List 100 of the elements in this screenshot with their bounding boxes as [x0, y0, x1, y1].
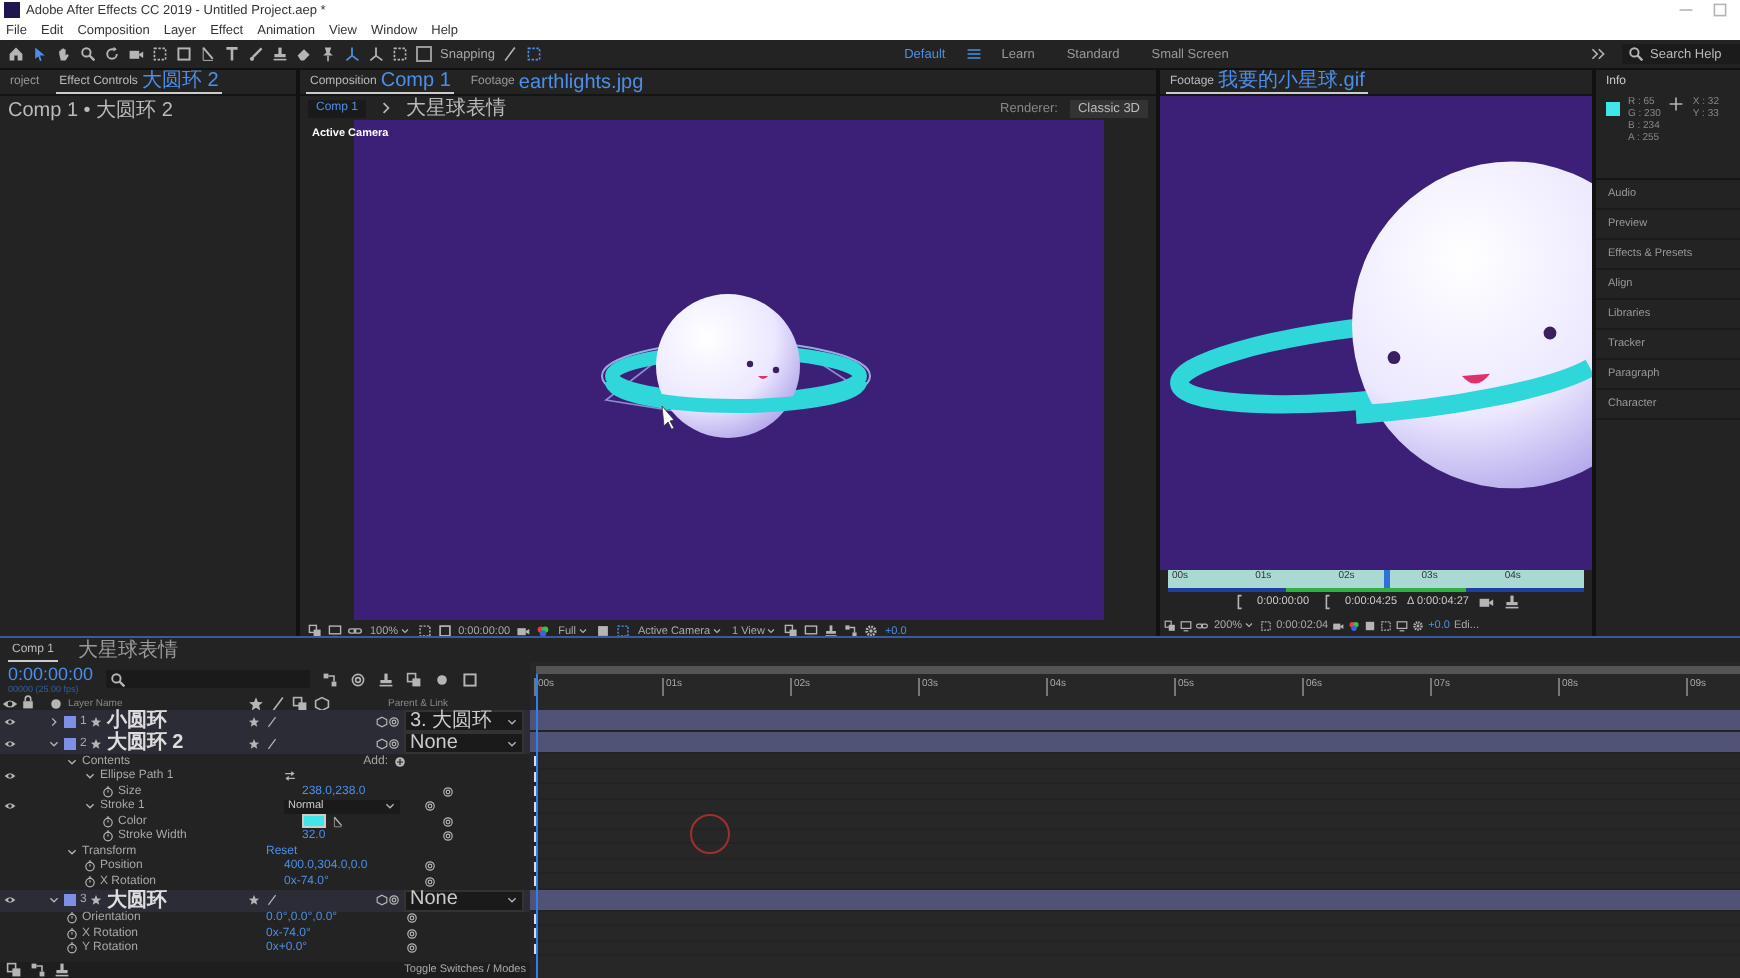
caret-icon — [384, 800, 396, 813]
stopwatch-icon[interactable] — [66, 927, 78, 940]
caret-icon — [577, 626, 588, 636]
eraser-icon[interactable] — [296, 46, 312, 62]
path-direction-icon[interactable] — [284, 770, 296, 783]
eye-icon[interactable] — [4, 715, 16, 727]
keyframe-marker — [534, 913, 536, 923]
search-field[interactable] — [105, 670, 310, 688]
monitor-icon[interactable] — [328, 624, 342, 636]
stopwatch-icon[interactable] — [102, 785, 114, 798]
rotate-icon[interactable] — [104, 46, 120, 62]
twirl-icon[interactable] — [84, 770, 96, 783]
rectangle-icon[interactable] — [176, 46, 192, 62]
color-channels-icon[interactable] — [536, 624, 551, 636]
playhead[interactable] — [1384, 570, 1391, 588]
stopwatch-icon[interactable] — [102, 830, 114, 843]
caret-icon — [378, 100, 395, 116]
label-swatch[interactable] — [64, 894, 76, 906]
stopwatch-icon[interactable] — [66, 942, 78, 955]
stamp-icon[interactable] — [272, 46, 288, 62]
layers-icon[interactable] — [784, 624, 799, 636]
dashed-square-icon[interactable] — [392, 46, 408, 62]
current-time[interactable]: 0:00:00:00 — [8, 665, 94, 683]
search-icon — [1628, 46, 1645, 62]
search-icon — [109, 671, 126, 687]
flow-item[interactable]: 大星球表情 — [406, 97, 507, 119]
keyframe-marker — [534, 756, 536, 766]
panel-tab[interactable]: 大星球表情 — [74, 639, 183, 661]
layers-icon[interactable] — [1164, 619, 1176, 631]
settings-icon[interactable] — [864, 624, 879, 636]
layer-name[interactable]: 小圆环 — [106, 710, 167, 732]
crosshair-icon — [1668, 96, 1685, 112]
hand-icon[interactable] — [56, 46, 72, 62]
chevron-icon[interactable] — [1590, 46, 1607, 62]
twirl-icon[interactable] — [66, 755, 78, 768]
settings-icon[interactable] — [1412, 619, 1425, 631]
add-icon[interactable] — [394, 755, 406, 768]
star-icon — [90, 894, 103, 906]
flowchart-icon[interactable] — [844, 624, 859, 636]
eye-icon[interactable] — [4, 894, 16, 906]
parent-dropdown[interactable]: None — [404, 732, 524, 754]
camera-icon[interactable] — [128, 46, 144, 62]
brush-icon[interactable] — [248, 46, 264, 62]
3d-icon[interactable] — [376, 894, 388, 906]
stopwatch-icon[interactable] — [84, 875, 96, 888]
keyframe-marker — [534, 928, 536, 938]
stopwatch-icon[interactable] — [66, 912, 78, 925]
pointer-icon[interactable] — [32, 46, 48, 62]
snapshot-icon[interactable] — [516, 624, 531, 636]
caret-icon — [1244, 620, 1255, 630]
twirl-icon[interactable] — [48, 894, 60, 906]
label-swatch[interactable] — [64, 715, 76, 727]
magnifier-icon[interactable] — [80, 46, 96, 62]
axis-icon[interactable] — [344, 46, 360, 62]
monitor-icon[interactable] — [804, 624, 819, 636]
type-icon[interactable] — [224, 46, 240, 62]
caret-icon — [506, 894, 518, 906]
lock-icon — [20, 693, 36, 709]
layer-name[interactable]: 大圆环 — [106, 889, 167, 911]
stopwatch-icon[interactable] — [102, 815, 114, 828]
monitor-icon[interactable] — [1180, 619, 1192, 631]
caret-icon — [712, 626, 723, 636]
color-channels-icon[interactable] — [1348, 619, 1361, 631]
layers-icon[interactable] — [308, 624, 322, 636]
color-swatch[interactable] — [302, 814, 326, 829]
breadcrumb: Comp 1 • 大圆环 2 — [6, 97, 175, 126]
parent-dropdown[interactable]: None — [404, 889, 524, 911]
eye-icon[interactable] — [4, 770, 16, 783]
keyframe-marker — [534, 771, 536, 781]
keyframe-marker — [534, 786, 536, 796]
keyframe-marker — [534, 846, 536, 856]
layer-name[interactable]: 大圆环 2 — [106, 732, 184, 754]
click-indicator — [690, 814, 730, 854]
menu-icon[interactable] — [965, 46, 982, 62]
parent-dropdown[interactable]: 3. 大圆环 — [404, 710, 524, 732]
twirl-icon[interactable] — [48, 715, 60, 727]
dashed-square-icon[interactable] — [526, 46, 543, 62]
flowchart-icon[interactable] — [321, 671, 338, 687]
keyframe-marker — [534, 861, 536, 871]
home-icon[interactable] — [8, 46, 24, 62]
flowchart-icon[interactable] — [30, 962, 46, 978]
eyedropper-icon[interactable] — [332, 815, 344, 828]
twirl-icon[interactable] — [66, 845, 78, 858]
monitor-icon[interactable] — [1396, 619, 1409, 631]
snapshot-icon[interactable] — [1332, 619, 1345, 631]
axis-icon[interactable] — [368, 46, 384, 62]
layers-icon[interactable] — [6, 962, 22, 978]
twirl-icon[interactable] — [48, 737, 60, 749]
star-icon — [90, 715, 103, 727]
app-logo — [4, 2, 20, 18]
pen-icon[interactable] — [200, 46, 216, 62]
keyframe-marker — [534, 816, 536, 826]
twirl-icon[interactable] — [84, 800, 96, 813]
eye-icon[interactable] — [4, 800, 16, 813]
label-swatch[interactable] — [64, 737, 76, 749]
eye-icon[interactable] — [4, 737, 16, 749]
pin-icon[interactable] — [320, 46, 336, 62]
snapping-checkbox[interactable] — [416, 46, 432, 62]
dashed-square-icon[interactable] — [152, 46, 168, 62]
stopwatch-icon[interactable] — [84, 860, 96, 873]
